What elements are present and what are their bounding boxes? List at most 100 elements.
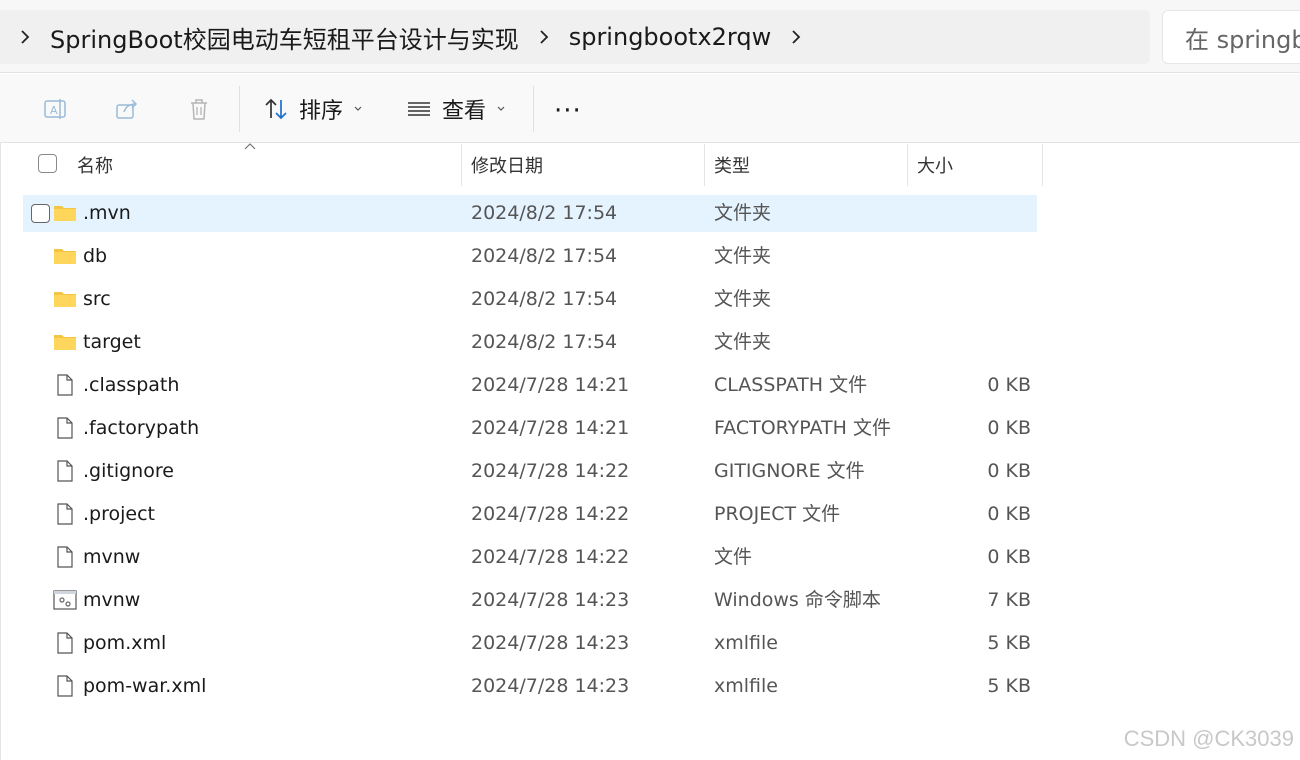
column-separator[interactable] bbox=[1042, 144, 1043, 186]
file-icon bbox=[53, 373, 77, 397]
sort-icon bbox=[263, 96, 289, 122]
watermark: CSDN @CK3039 bbox=[1123, 726, 1294, 751]
file-row[interactable]: .mvn 2024/8/2 17:54 文件夹 bbox=[23, 195, 1037, 232]
list-view-icon bbox=[406, 96, 432, 122]
svg-text:A: A bbox=[50, 104, 58, 117]
file-icon bbox=[53, 545, 77, 569]
file-type: 文件夹 bbox=[714, 245, 772, 267]
file-row[interactable]: .project 2024/7/28 14:22 PROJECT 文件 0 KB bbox=[23, 496, 1037, 533]
file-date: 2024/7/28 14:23 bbox=[471, 589, 630, 611]
file-date: 2024/7/28 14:23 bbox=[471, 675, 630, 697]
file-icon bbox=[53, 416, 77, 440]
folder-icon bbox=[53, 244, 77, 268]
file-date: 2024/7/28 14:22 bbox=[471, 460, 630, 482]
more-options-button[interactable]: ··· bbox=[554, 96, 582, 126]
column-header-date[interactable]: 修改日期 bbox=[471, 144, 543, 186]
search-input[interactable]: 在 springb bbox=[1162, 10, 1300, 64]
file-size: 0 KB bbox=[987, 546, 1031, 568]
file-icon bbox=[53, 631, 77, 655]
delete-icon[interactable] bbox=[186, 96, 212, 122]
script-icon bbox=[53, 588, 77, 612]
chevron-right-icon[interactable] bbox=[789, 30, 803, 44]
file-size: 0 KB bbox=[987, 374, 1031, 396]
file-name: pom.xml bbox=[83, 632, 167, 654]
file-type: 文件夹 bbox=[714, 331, 772, 353]
divider bbox=[0, 72, 1300, 73]
file-size: 0 KB bbox=[987, 460, 1031, 482]
file-date: 2024/8/2 17:54 bbox=[471, 288, 618, 310]
file-date: 2024/7/28 14:23 bbox=[471, 632, 630, 654]
breadcrumb-folder[interactable]: springbootx2rqw bbox=[569, 23, 772, 51]
file-size: 0 KB bbox=[987, 417, 1031, 439]
file-name: .project bbox=[83, 503, 155, 525]
file-date: 2024/8/2 17:54 bbox=[471, 331, 618, 353]
chevron-right-icon[interactable] bbox=[18, 30, 32, 44]
file-row[interactable]: src 2024/8/2 17:54 文件夹 bbox=[23, 281, 1037, 318]
column-separator[interactable] bbox=[704, 144, 705, 186]
file-name: .factorypath bbox=[83, 417, 200, 439]
sort-button[interactable]: 排序 bbox=[263, 92, 363, 126]
file-name: .classpath bbox=[83, 374, 180, 396]
column-separator[interactable] bbox=[461, 144, 462, 186]
file-date: 2024/8/2 17:54 bbox=[471, 202, 618, 224]
command-bar: A 排序 查看 bbox=[0, 74, 1300, 142]
folder-icon bbox=[53, 201, 77, 225]
file-row[interactable]: db 2024/8/2 17:54 文件夹 bbox=[23, 238, 1037, 275]
view-label: 查看 bbox=[442, 99, 487, 124]
file-row[interactable]: .classpath 2024/7/28 14:21 CLASSPATH 文件 0 K… bbox=[23, 367, 1037, 404]
file-row[interactable]: pom.xml 2024/7/28 14:23 xmlfile 5 KB bbox=[23, 625, 1037, 662]
rename-icon[interactable]: A bbox=[42, 96, 68, 122]
file-row[interactable]: mvnw 2024/7/28 14:23 Windows 命令脚本 7 KB bbox=[23, 582, 1037, 619]
row-checkbox[interactable] bbox=[31, 204, 50, 223]
toolbar-separator bbox=[533, 86, 534, 132]
file-row[interactable]: .factorypath 2024/7/28 14:21 FACTORYPATH 文… bbox=[23, 410, 1037, 447]
select-all-checkbox[interactable] bbox=[38, 154, 57, 173]
file-name: mvnw bbox=[83, 589, 141, 611]
file-name: db bbox=[83, 245, 108, 267]
file-type: 文件夹 bbox=[714, 202, 772, 224]
chevron-right-icon[interactable] bbox=[537, 30, 551, 44]
file-name: .gitignore bbox=[83, 460, 174, 482]
file-date: 2024/7/28 14:21 bbox=[471, 374, 630, 396]
file-size: 5 KB bbox=[987, 632, 1031, 654]
view-button[interactable]: 查看 bbox=[406, 92, 506, 126]
file-date: 2024/7/28 14:21 bbox=[471, 417, 630, 439]
file-name: pom-war.xml bbox=[83, 675, 207, 697]
file-name: .mvn bbox=[83, 202, 131, 224]
file-type: PROJECT 文件 bbox=[714, 503, 841, 525]
file-name: target bbox=[83, 331, 141, 353]
file-name: mvnw bbox=[83, 546, 141, 568]
divider bbox=[0, 142, 1300, 143]
folder-icon bbox=[53, 330, 77, 354]
file-type: xmlfile bbox=[714, 632, 778, 654]
chevron-down-icon bbox=[353, 104, 363, 114]
file-name: src bbox=[83, 288, 111, 310]
file-row[interactable]: .gitignore 2024/7/28 14:22 GITIGNORE 文件 0 K… bbox=[23, 453, 1037, 490]
file-row[interactable]: mvnw 2024/7/28 14:22 文件 0 KB bbox=[23, 539, 1037, 576]
file-icon bbox=[53, 674, 77, 698]
file-icon bbox=[53, 459, 77, 483]
address-bar[interactable]: SpringBoot校园电动车短租平台设计与实现 springbootx2rqw bbox=[0, 10, 1150, 64]
file-date: 2024/7/28 14:22 bbox=[471, 546, 630, 568]
file-size: 0 KB bbox=[987, 503, 1031, 525]
file-row[interactable]: pom-war.xml 2024/7/28 14:23 xmlfile 5 KB bbox=[23, 668, 1037, 705]
column-separator[interactable] bbox=[907, 144, 908, 186]
sort-ascending-icon bbox=[244, 142, 256, 150]
toolbar-separator bbox=[239, 86, 240, 132]
file-row[interactable]: target 2024/8/2 17:54 文件夹 bbox=[23, 324, 1037, 361]
column-header-type[interactable]: 类型 bbox=[714, 144, 750, 186]
file-size: 7 KB bbox=[987, 589, 1031, 611]
file-icon bbox=[53, 502, 77, 526]
share-icon[interactable] bbox=[114, 96, 140, 122]
breadcrumb-project[interactable]: SpringBoot校园电动车短租平台设计与实现 bbox=[50, 20, 519, 55]
column-header-name[interactable]: 名称 bbox=[77, 144, 113, 186]
file-date: 2024/8/2 17:54 bbox=[471, 245, 618, 267]
file-size: 5 KB bbox=[987, 675, 1031, 697]
pane-border bbox=[0, 143, 1, 760]
column-header-size[interactable]: 大小 bbox=[917, 144, 953, 186]
sort-label: 排序 bbox=[299, 99, 344, 124]
file-type: GITIGNORE 文件 bbox=[714, 460, 865, 482]
file-type: CLASSPATH 文件 bbox=[714, 374, 868, 396]
chevron-down-icon bbox=[496, 104, 506, 114]
file-type: 文件夹 bbox=[714, 288, 772, 310]
